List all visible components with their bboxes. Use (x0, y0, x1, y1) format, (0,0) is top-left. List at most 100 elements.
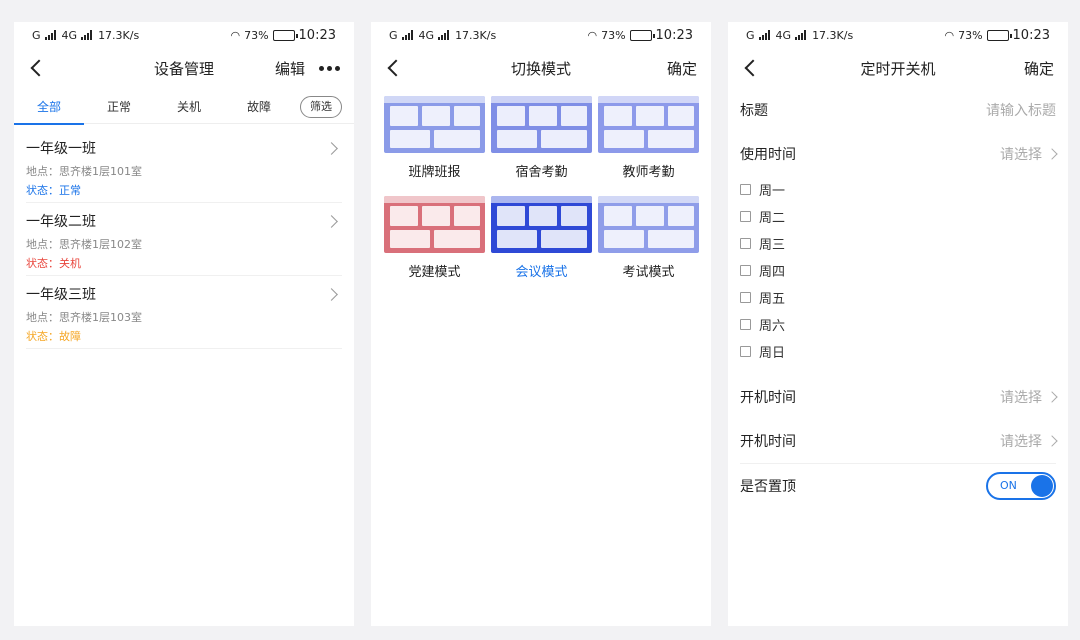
pin-label: 是否置顶 (740, 479, 796, 495)
weekday-list: 周一周二 周三周四周五 周六 周日 (728, 176, 1068, 375)
signal-icon (795, 30, 807, 40)
list-item[interactable]: 一年级二班 地点：思齐楼1层102室 状态：关机 (26, 203, 342, 276)
speed-label: 17.3K/s (812, 28, 854, 42)
mode-option[interactable]: 教师考勤 (598, 96, 699, 190)
checkbox-icon[interactable] (740, 319, 751, 330)
use-time-label: 使用时间 (740, 147, 796, 163)
mode-label: 会议模式 (515, 265, 568, 280)
boot-time2-row[interactable]: 开机时间 请选择 (728, 419, 1068, 463)
speed-label: 17.3K/s (98, 28, 140, 42)
list-item[interactable]: 一年级三班 地点：思齐楼1层103室 状态：故障 (26, 276, 342, 349)
back-icon[interactable] (742, 58, 762, 78)
signal-icon (401, 30, 413, 40)
boot-time-row[interactable]: 开机时间 请选择 (728, 375, 1068, 419)
title-field-label: 标题 (740, 103, 768, 119)
navbar: 切换模式 确定 (371, 48, 711, 88)
mode-option[interactable]: 考试模式 (598, 196, 699, 290)
chevron-right-icon (1046, 148, 1058, 160)
weekday-option[interactable]: 周一 (740, 176, 1056, 203)
back-icon[interactable] (28, 58, 48, 78)
network-label: G (389, 28, 398, 42)
title-field-row[interactable]: 标题 请输入标题 (728, 88, 1068, 132)
more-icon[interactable] (319, 65, 340, 71)
status-bar: G 4G 17.3K/s ◠ 73% 10:23 (14, 22, 354, 48)
device-location: 地点：思齐楼1层103室 (26, 311, 142, 324)
battery-icon (272, 29, 298, 41)
battery-label: 73% (601, 28, 626, 42)
mode-option[interactable]: 会议模式 (491, 196, 592, 290)
boot-time2-label: 开机时间 (740, 434, 796, 450)
title-input[interactable]: 请输入标题 (986, 100, 1056, 120)
boot-time2-value: 请选择 (1000, 434, 1042, 450)
pin-toggle[interactable]: ON (986, 472, 1056, 500)
device-name: 一年级三班 (26, 287, 96, 303)
list-item[interactable]: 一年级一班 地点：思齐楼1层101室 状态：正常 (26, 130, 342, 203)
weekday-option[interactable]: 周二 (740, 203, 1056, 230)
battery-label: 73% (958, 28, 983, 42)
chevron-right-icon (1046, 391, 1058, 403)
tab-off[interactable]: 关机 (154, 90, 224, 124)
network-label: G (32, 28, 41, 42)
device-location: 地点：思齐楼1层101室 (26, 165, 142, 178)
checkbox-icon[interactable] (740, 346, 751, 357)
page-title: 定时开关机 (860, 59, 936, 78)
mode-label: 考试模式 (622, 265, 675, 280)
mode-grid: 班牌班报 宿舍考勤 教师考勤党建模式 会议模式 考试模式 (371, 88, 711, 290)
checkbox-icon[interactable] (740, 292, 751, 303)
weekday-option[interactable]: 周六 (740, 311, 1056, 338)
checkbox-icon[interactable] (740, 211, 751, 222)
mode-option[interactable]: 党建模式 (384, 196, 485, 290)
tab-fault[interactable]: 故障 (224, 90, 294, 124)
weekday-option[interactable]: 周三 (740, 230, 1056, 257)
checkbox-icon[interactable] (740, 265, 751, 276)
status-bar: G 4G 17.3K/s ◠ 73% 10:23 (728, 22, 1068, 48)
mode-option[interactable]: 班牌班报 (384, 96, 485, 190)
device-management-screen: G 4G 17.3K/s ◠ 73% 10:23 设备管理 编辑 全部 正常 关… (14, 22, 354, 626)
wifi-icon: ◠ (944, 28, 955, 42)
edit-button[interactable]: 编辑 (275, 58, 305, 79)
device-name: 一年级一班 (26, 141, 96, 157)
boot-time-select[interactable]: 请选择 (1000, 387, 1058, 407)
toggle-knob (1031, 475, 1053, 497)
confirm-button[interactable]: 确定 (667, 58, 697, 79)
filter-button[interactable]: 筛选 (300, 95, 342, 118)
weekday-label: 周四 (759, 265, 786, 280)
confirm-button[interactable]: 确定 (1024, 58, 1054, 79)
signal-icon (438, 30, 450, 40)
mode-option[interactable]: 宿舍考勤 (491, 96, 592, 190)
mode-label: 党建模式 (408, 265, 461, 280)
weekday-option[interactable]: 周五 (740, 284, 1056, 311)
tab-normal[interactable]: 正常 (84, 90, 154, 124)
network-label: G (746, 28, 755, 42)
mode-thumbnail (491, 96, 592, 153)
use-time-row[interactable]: 使用时间 请选择 (728, 132, 1068, 176)
battery-label: 73% (244, 28, 269, 42)
device-status: 状态：正常 (26, 184, 81, 197)
tab-bar: 全部 正常 关机 故障 筛选 (14, 90, 354, 125)
checkbox-icon[interactable] (740, 184, 751, 195)
weekday-option[interactable]: 周四 (740, 257, 1056, 284)
device-list: 一年级一班 地点：思齐楼1层101室 状态：正常 一年级二班 地点：思齐楼1层1… (14, 124, 354, 349)
clock: 10:23 (298, 27, 336, 43)
status-bar: G 4G 17.3K/s ◠ 73% 10:23 (371, 22, 711, 48)
wifi-icon: ◠ (587, 28, 598, 42)
network-4g-label: 4G (61, 28, 78, 42)
device-name: 一年级二班 (26, 214, 96, 230)
clock: 10:23 (655, 27, 693, 43)
weekday-label: 周一 (759, 184, 786, 199)
back-icon[interactable] (385, 58, 405, 78)
use-time-select[interactable]: 请选择 (1000, 144, 1058, 164)
mode-thumbnail (598, 96, 699, 153)
chevron-right-icon (1046, 435, 1058, 447)
mode-thumbnail (491, 196, 592, 253)
weekday-option[interactable]: 周日 (740, 338, 1056, 365)
battery-icon (986, 29, 1012, 41)
tab-all[interactable]: 全部 (14, 90, 84, 125)
switch-mode-screen: G 4G 17.3K/s ◠ 73% 10:23 切换模式 确定 班牌班报 宿舍考… (371, 22, 711, 626)
boot-time2-select[interactable]: 请选择 (1000, 431, 1058, 451)
checkbox-icon[interactable] (740, 238, 751, 249)
device-status: 状态：关机 (26, 257, 81, 270)
boot-time-label: 开机时间 (740, 390, 796, 406)
network-4g-label: 4G (775, 28, 792, 42)
scheduled-power-screen: G 4G 17.3K/s ◠ 73% 10:23 定时开关机 确定 标题 请输入… (728, 22, 1068, 626)
